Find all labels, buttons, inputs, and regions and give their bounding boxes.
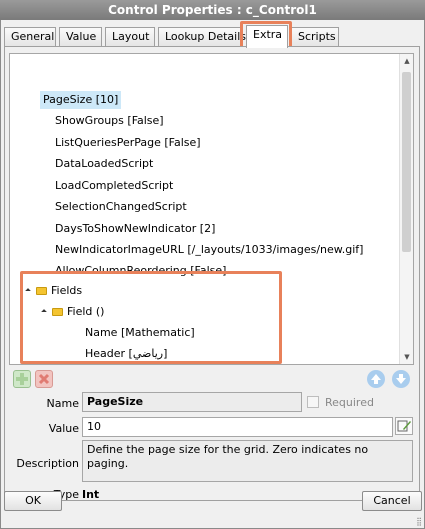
scroll-thumb[interactable] xyxy=(402,72,411,252)
window-title: Control Properties : c_Control1 xyxy=(0,0,425,20)
property-tree[interactable]: PageSize [10] ShowGroups [False] ListQue… xyxy=(9,53,414,365)
cancel-button[interactable]: Cancel xyxy=(362,491,422,511)
required-label: Required xyxy=(325,396,374,409)
tree-scrollbar[interactable]: ▲ ▼ xyxy=(399,54,413,364)
tree-item-loadcompletedscript[interactable]: LoadCompletedScript xyxy=(55,177,173,195)
arrow-up-icon xyxy=(371,374,381,384)
scroll-up-arrow-icon[interactable]: ▲ xyxy=(400,54,413,68)
tree-node-field-label: Field () xyxy=(67,305,105,318)
x-icon xyxy=(38,373,50,385)
tree-item-pagesize[interactable]: PageSize [10] xyxy=(40,91,122,109)
ok-button[interactable]: OK xyxy=(4,491,62,511)
move-up-button[interactable] xyxy=(367,370,385,388)
folder-icon xyxy=(36,287,47,295)
folder-icon xyxy=(52,308,63,316)
scroll-down-arrow-icon[interactable]: ▼ xyxy=(400,350,413,364)
tree-node-fields[interactable]: Fields xyxy=(25,282,83,300)
tab-scripts[interactable]: Scripts xyxy=(291,27,339,47)
extra-tab-panel: PageSize [10] ShowGroups [False] ListQue… xyxy=(4,46,420,501)
tree-item-header[interactable]: Header [رياضي] xyxy=(85,345,167,363)
tab-value[interactable]: Value xyxy=(59,27,102,47)
description-label: Description xyxy=(16,457,79,470)
value-label: Value xyxy=(48,422,79,435)
tree-item-name[interactable]: Name [Mathematic] xyxy=(85,324,195,342)
tab-layout[interactable]: Layout xyxy=(105,27,155,47)
plus-icon xyxy=(16,373,28,385)
tab-general[interactable]: General xyxy=(4,27,56,47)
type-value: Int xyxy=(82,488,100,501)
tree-item-listqueriesperpage[interactable]: ListQueriesPerPage [False] xyxy=(55,134,201,152)
expand-arrow-icon[interactable] xyxy=(25,288,31,294)
tree-item-dataloadedscript[interactable]: DataLoadedScript xyxy=(55,155,153,173)
expand-arrow-icon[interactable] xyxy=(41,309,47,315)
required-checkbox[interactable] xyxy=(307,396,319,408)
resize-grip-icon[interactable]: ⣿ xyxy=(416,517,422,526)
dialog-body: General Value Layout Lookup Details Extr… xyxy=(0,20,425,529)
tree-node-fields-label: Fields xyxy=(51,284,83,297)
tab-lookup-details[interactable]: Lookup Details xyxy=(158,27,246,47)
name-label: Name xyxy=(46,397,79,410)
tree-item-newindicatorimageurl[interactable]: NewIndicatorImageURL [/_layouts/1033/ima… xyxy=(55,241,363,259)
tab-extra[interactable]: Extra xyxy=(246,25,288,48)
move-down-button[interactable] xyxy=(392,370,410,388)
tree-item-showgroups[interactable]: ShowGroups [False] xyxy=(55,112,164,130)
tree-node-field[interactable]: Field () xyxy=(41,303,105,321)
edit-pencil-icon xyxy=(397,420,411,432)
add-button[interactable] xyxy=(13,370,31,388)
tree-item-daystoshownewindicator[interactable]: DaysToShowNewIndicator [2] xyxy=(55,220,215,238)
delete-button[interactable] xyxy=(35,370,53,388)
arrow-down-icon xyxy=(396,374,406,384)
description-field: Define the page size for the grid. Zero … xyxy=(82,440,413,482)
tree-item-allowcolumnreordering[interactable]: AllowColumnReordering [False] xyxy=(55,262,226,280)
name-field: PageSize xyxy=(82,392,302,412)
edit-value-button[interactable] xyxy=(395,417,413,435)
tree-item-selectionchangedscript[interactable]: SelectionChangedScript xyxy=(55,198,187,216)
value-input[interactable]: 10 xyxy=(82,417,393,437)
